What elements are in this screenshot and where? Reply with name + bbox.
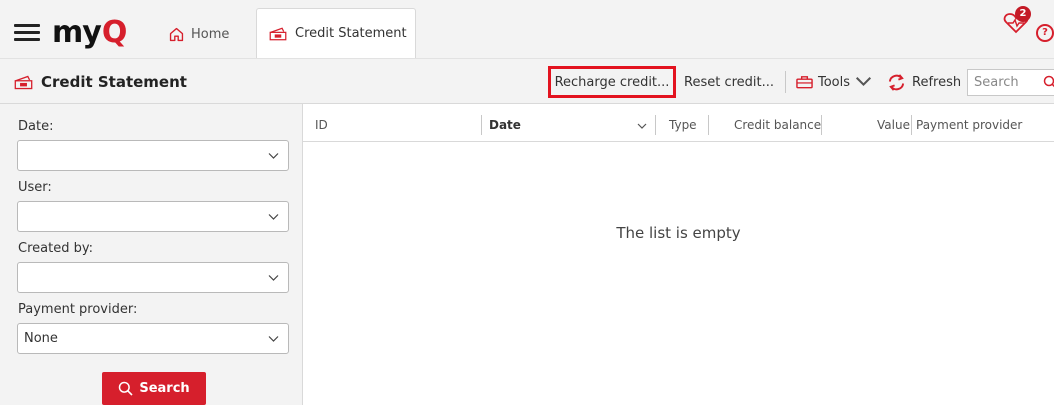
search-icon[interactable] bbox=[1043, 75, 1054, 89]
grid-header: ID Date Type Credit balance Value Paymen… bbox=[303, 104, 1054, 142]
search-button[interactable]: Search bbox=[102, 372, 206, 405]
date-select[interactable] bbox=[17, 140, 289, 171]
notification-badge: 2 bbox=[1015, 6, 1031, 22]
page-title-text: Credit Statement bbox=[41, 73, 187, 91]
myq-logo[interactable]: my Q bbox=[52, 18, 127, 48]
filter-panel: Date: User: Created by: Payment provider… bbox=[0, 104, 303, 405]
chevron-down-icon bbox=[268, 214, 279, 220]
chevron-down-icon bbox=[856, 77, 872, 86]
page-title: Credit Statement bbox=[14, 73, 187, 91]
chevron-down-icon bbox=[268, 153, 279, 159]
empty-list-message: The list is empty bbox=[616, 224, 741, 242]
column-divider[interactable] bbox=[708, 115, 709, 135]
tools-menu-button[interactable]: Tools bbox=[796, 67, 872, 97]
chevron-down-icon[interactable] bbox=[637, 123, 647, 130]
refresh-label: Refresh bbox=[912, 74, 962, 90]
column-divider[interactable] bbox=[481, 115, 482, 135]
menu-icon[interactable] bbox=[14, 24, 40, 42]
column-header-payment-provider[interactable]: Payment provider bbox=[916, 118, 1022, 132]
credit-statement-icon bbox=[269, 27, 287, 40]
column-divider[interactable] bbox=[911, 115, 912, 135]
payment-provider-select-value: None bbox=[24, 331, 58, 346]
credit-statement-icon bbox=[14, 75, 33, 89]
date-label: Date: bbox=[18, 119, 54, 134]
toolbox-icon bbox=[796, 76, 813, 89]
payment-provider-select[interactable]: None bbox=[17, 323, 289, 354]
column-header-value[interactable]: Value bbox=[877, 118, 910, 132]
search-box bbox=[967, 69, 1054, 96]
app-header: my Q Home Credit Statement 2 ? bbox=[0, 0, 1054, 58]
chevron-down-icon bbox=[268, 275, 279, 281]
user-select[interactable] bbox=[17, 201, 289, 232]
column-header-credit-balance[interactable]: Credit balance bbox=[734, 118, 821, 132]
column-header-type[interactable]: Type bbox=[669, 118, 697, 132]
refresh-icon bbox=[888, 73, 905, 91]
search-input[interactable] bbox=[968, 70, 1034, 95]
tab-credit-statement-label: Credit Statement bbox=[295, 26, 407, 41]
toolbar-divider bbox=[785, 71, 786, 93]
column-header-date[interactable]: Date bbox=[489, 118, 521, 132]
recharge-credit-button[interactable]: Recharge credit... bbox=[548, 66, 676, 98]
tab-home-label: Home bbox=[191, 26, 230, 42]
tab-credit-statement[interactable]: Credit Statement bbox=[256, 8, 416, 58]
home-icon bbox=[169, 27, 184, 41]
column-header-id[interactable]: ID bbox=[315, 118, 328, 132]
refresh-button[interactable]: Refresh bbox=[886, 67, 961, 97]
logo-my-text: my bbox=[52, 15, 102, 50]
help-icon[interactable]: ? bbox=[1036, 24, 1054, 42]
chevron-down-icon bbox=[268, 336, 279, 342]
created-by-label: Created by: bbox=[18, 241, 93, 256]
payment-provider-label: Payment provider: bbox=[18, 302, 138, 317]
created-by-select[interactable] bbox=[17, 262, 289, 293]
column-divider[interactable] bbox=[821, 115, 822, 135]
logo-q-text: Q bbox=[101, 15, 128, 50]
user-label: User: bbox=[18, 180, 52, 195]
tab-home[interactable]: Home bbox=[160, 18, 237, 50]
column-divider[interactable] bbox=[655, 115, 656, 135]
search-icon bbox=[119, 381, 133, 396]
search-button-label: Search bbox=[139, 381, 190, 396]
reset-credit-button[interactable]: Reset credit... bbox=[684, 67, 774, 97]
toolbar: Credit Statement Recharge credit... Rese… bbox=[0, 58, 1054, 104]
tools-label: Tools bbox=[818, 74, 851, 90]
